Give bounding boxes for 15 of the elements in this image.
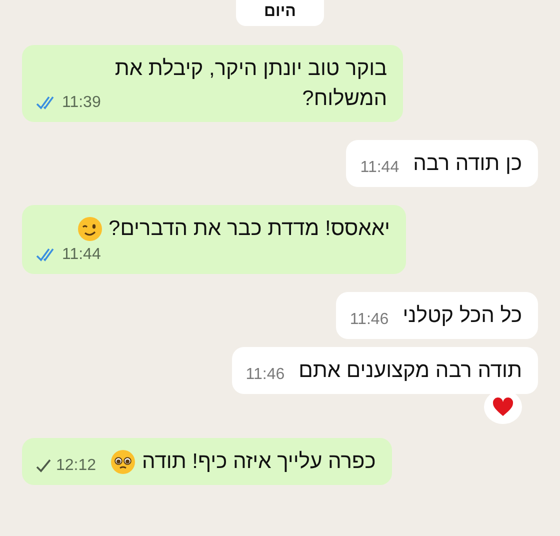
pleading-face-icon [110,449,136,475]
winking-face-icon [76,216,103,242]
message-time: 11:46 [350,310,389,330]
message-time: 11:44 [360,158,400,178]
message-text: כפרה עלייך איזה כיף! תודה [142,449,376,475]
message-text: כן תודה רבה [413,151,522,177]
message-text: תודה רבה מקצוענים אתם [298,358,522,384]
message-time: 11:39 [62,93,101,113]
message-time: 12:12 [56,456,96,476]
heart-icon [492,397,514,417]
message-text: כל הכל קטלני [402,303,522,329]
message-time: 11:46 [246,365,285,385]
message-text: יאאסס! מדדת כבר את הדברים? [108,216,390,242]
message-time: 11:44 [62,245,101,265]
message-text: בוקר טוב יונתן היקר, קיבלת את המשלוח? [114,56,388,112]
